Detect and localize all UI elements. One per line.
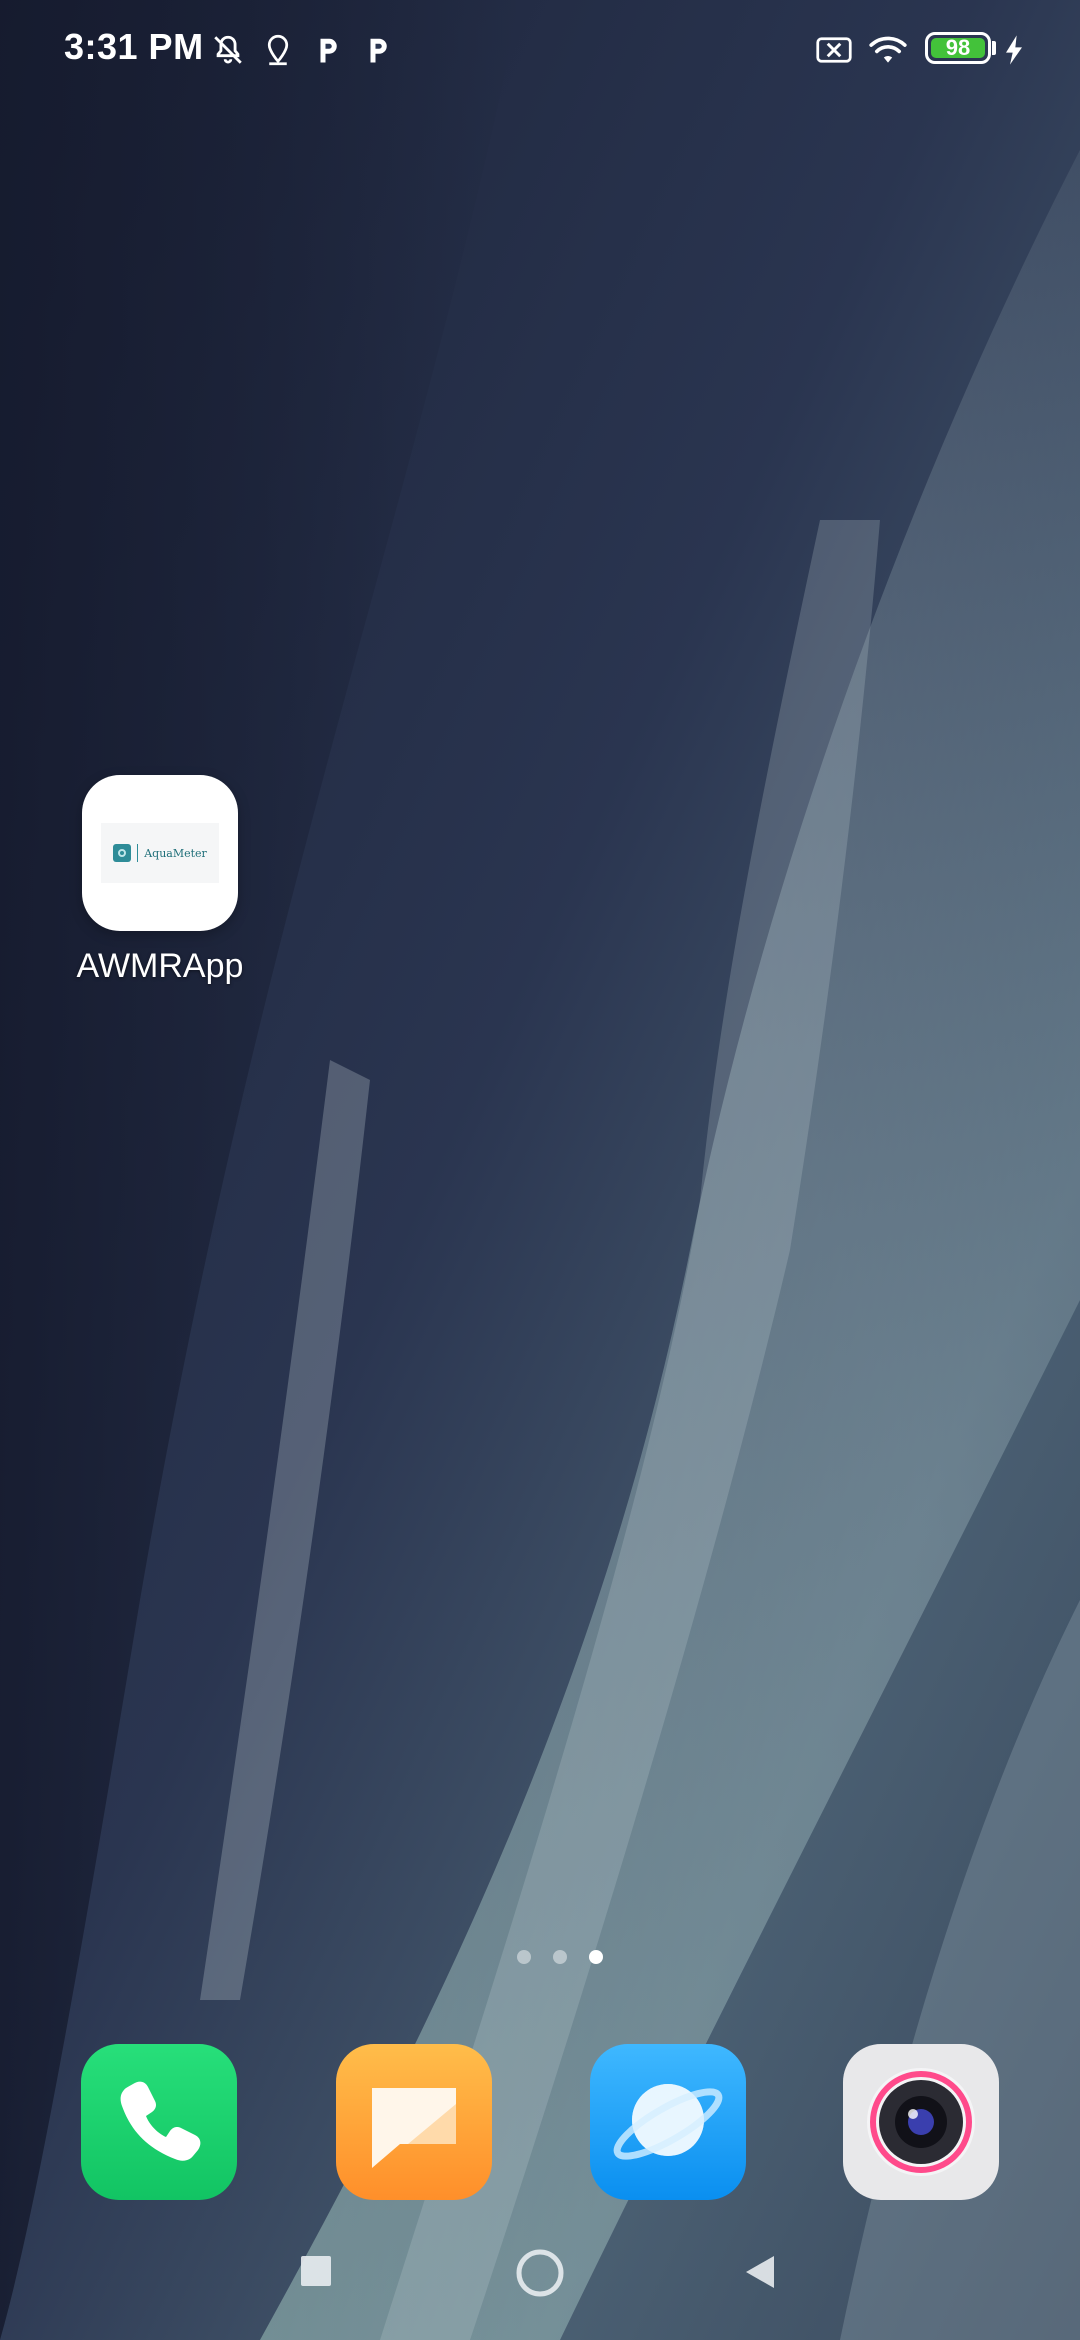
app-awmrapp[interactable]: AquaMeter AWMRApp [60,775,260,986]
parking-p-icon [308,28,348,72]
location-pin-icon [258,28,298,72]
aquameter-logo-mark-icon [113,844,132,862]
home-circle-icon[interactable] [514,2247,566,2304]
no-sim-icon [814,28,854,72]
recents-square-icon[interactable] [298,2253,334,2294]
logo-text: AquaMeter [144,846,207,860]
dock-app-camera[interactable] [843,2044,999,2200]
page-dot-1[interactable] [517,1950,531,1964]
camera-lens-icon [867,2068,975,2176]
battery-percent: 98 [945,35,971,60]
battery-cap [992,41,996,55]
wallpaper [0,0,1080,2340]
dock [0,2044,1080,2200]
muted-bell-icon [208,28,248,72]
status-time: 3:31 PM [64,26,204,67]
wifi-icon [866,28,910,72]
page-indicator [0,1950,1080,1964]
dock-app-messages[interactable] [336,2044,492,2200]
dock-app-browser[interactable] [590,2044,746,2200]
awmrapp-icon[interactable]: AquaMeter [82,775,238,931]
battery-icon: 98 [925,32,991,64]
back-triangle-icon[interactable] [742,2253,778,2296]
page-dot-2[interactable] [553,1950,567,1964]
page-dot-3-active[interactable] [589,1950,603,1964]
parking-p-icon [358,28,398,72]
status-bar: 3:31 PM 98 [0,0,1080,100]
app-label: AWMRApp [76,947,244,985]
battery-level: 98 [931,35,985,60]
navigation-bar [0,2235,1080,2315]
aquameter-logo: AquaMeter [101,823,219,883]
charging-bolt-icon [1000,28,1028,72]
dock-app-phone[interactable] [81,2044,237,2200]
logo-divider [137,844,139,862]
